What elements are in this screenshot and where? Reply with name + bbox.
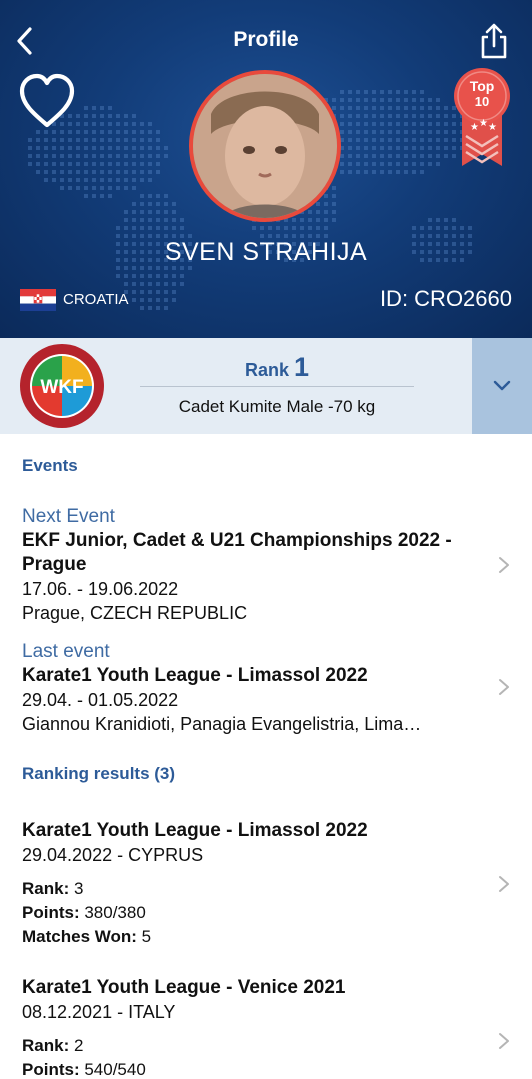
- svg-text:★: ★: [470, 122, 479, 133]
- last-event-dates: 29.04. - 01.05.2022: [22, 690, 179, 710]
- next-event-title: EKF Junior, Cadet & U21 Championships 20…: [22, 530, 452, 575]
- next-event-label: Next Event: [22, 506, 115, 527]
- result-matches-won: Matches Won: 5: [22, 927, 152, 946]
- croatia-flag-icon: [20, 289, 56, 311]
- result-rank: Rank: 3: [22, 879, 84, 898]
- result-title: Karate1 Youth League - Limassol 2022: [22, 820, 368, 841]
- chevron-right-icon: [499, 1033, 509, 1049]
- heart-icon: [19, 73, 75, 128]
- last-event-title: Karate1 Youth League - Limassol 2022: [22, 665, 368, 686]
- expand-rank-button[interactable]: [472, 338, 532, 434]
- rank-label-text: Rank: [244, 360, 289, 380]
- chevron-down-icon: [493, 380, 511, 391]
- athlete-country: CROATIA: [63, 291, 129, 308]
- next-event-location: Prague, CZECH REPUBLIC: [22, 603, 248, 623]
- ranking-results-title: Ranking results (3): [22, 764, 176, 783]
- badge-rank-number: 10: [474, 94, 490, 109]
- rank-label: Rank 1: [140, 352, 414, 383]
- wkf-logo: WKF: [20, 344, 104, 428]
- result-title: Karate1 Youth League - Venice 2021: [22, 977, 346, 998]
- rank-divider: [140, 386, 414, 387]
- chevron-right-icon: [499, 557, 509, 573]
- rank-category: Cadet Kumite Male -70 kg: [178, 397, 376, 416]
- athlete-id: ID: CRO2660: [379, 286, 512, 311]
- result-subtitle: 08.12.2021 - ITALY: [22, 1002, 176, 1022]
- result-rank: Rank: 2: [22, 1036, 84, 1055]
- last-event-label: Last event: [22, 641, 110, 662]
- badge-top-label: Top: [469, 78, 495, 94]
- athlete-name: SVEN STRAHIJA: [164, 238, 368, 266]
- ranking-result-item[interactable]: Karate1 Youth League - Venice 2021 08.12…: [0, 976, 532, 1079]
- share-button[interactable]: [474, 20, 514, 60]
- chevron-right-icon: [499, 876, 509, 892]
- next-event-dates: 17.06. - 19.06.2022: [22, 579, 179, 599]
- rank-number: 1: [294, 352, 310, 382]
- last-event-location: Giannou Kranidioti, Panagia Evangelistri…: [22, 714, 422, 734]
- svg-text:★: ★: [488, 122, 497, 133]
- favorite-button[interactable]: [16, 72, 78, 130]
- page-title: Profile: [233, 28, 299, 51]
- chevron-right-icon: [499, 679, 509, 695]
- svg-text:★: ★: [479, 118, 488, 129]
- share-icon: [481, 23, 507, 59]
- athlete-photo: [193, 74, 337, 218]
- result-points: Points: 540/540: [22, 1060, 146, 1079]
- events-section-title: Events: [22, 456, 78, 475]
- result-points: Points: 380/380: [22, 903, 146, 922]
- next-event-row[interactable]: Next Event EKF Junior, Cadet & U21 Champ…: [0, 505, 532, 627]
- ranking-result-item[interactable]: Karate1 Youth League - Limassol 2022 29.…: [0, 819, 532, 951]
- result-subtitle: 29.04.2022 - CYPRUS: [22, 845, 204, 865]
- svg-text:WKF: WKF: [40, 377, 83, 398]
- athlete-avatar: [189, 70, 341, 222]
- last-event-row[interactable]: Last event Karate1 Youth League - Limass…: [0, 640, 532, 740]
